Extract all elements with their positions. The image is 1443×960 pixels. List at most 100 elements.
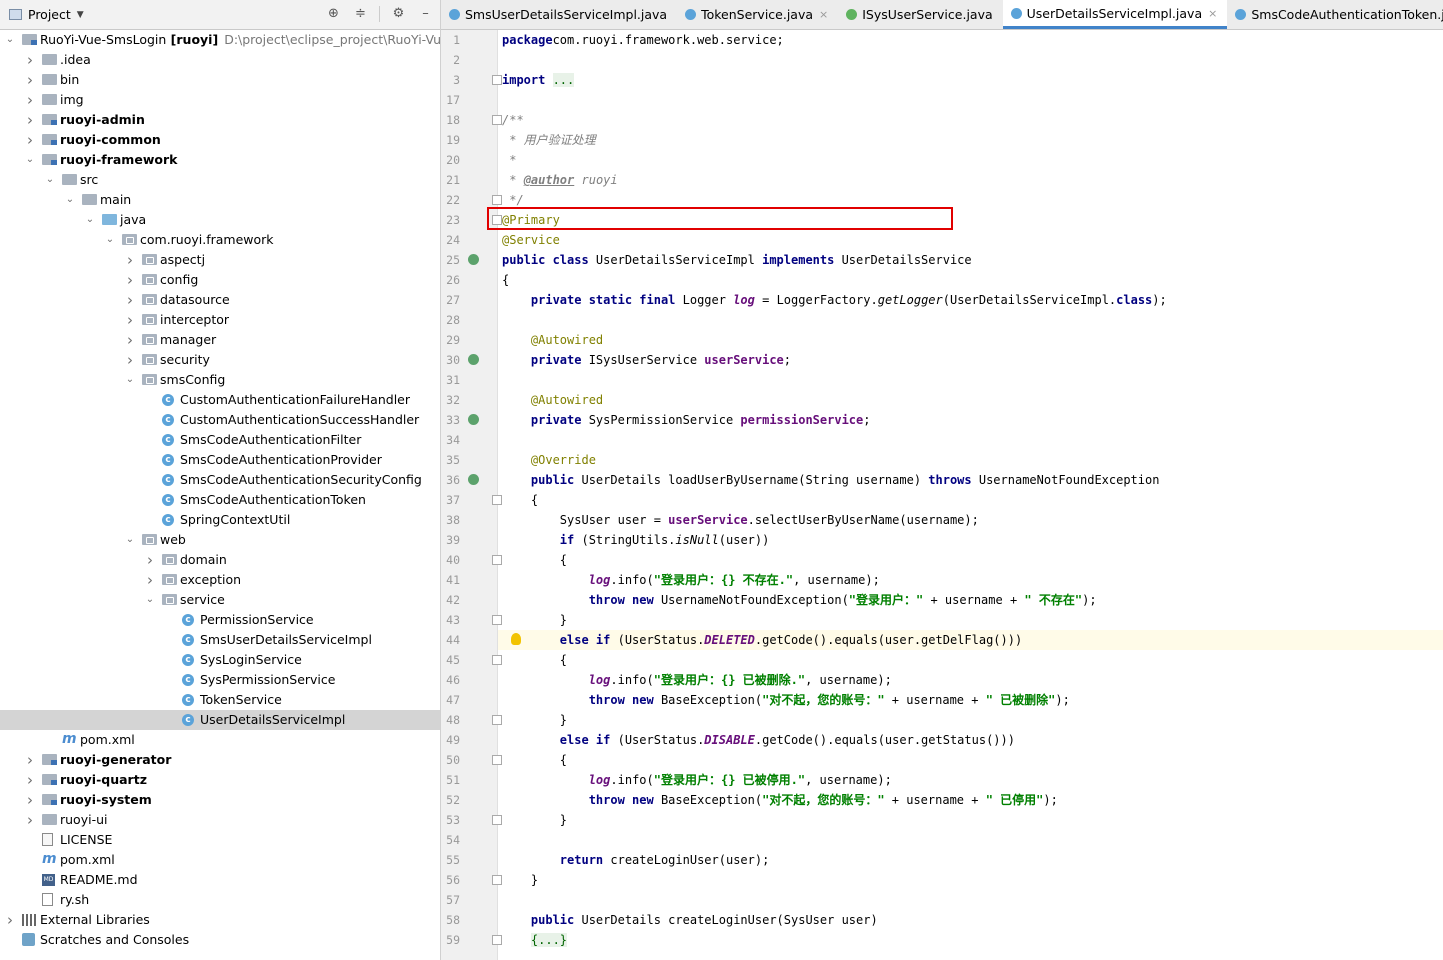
tree-item[interactable]: › ruoyi-admin — [0, 110, 440, 130]
chevron-down-icon[interactable]: ▼ — [77, 10, 84, 20]
chevron-right-icon[interactable]: › — [144, 550, 156, 570]
chevron-right-icon[interactable]: › — [144, 570, 156, 590]
class-icon: c — [162, 474, 174, 486]
tree-item[interactable]: c SmsCodeAuthenticationFilter — [0, 430, 440, 450]
collapse-all-icon[interactable]: ≑ — [352, 5, 369, 22]
chevron-right-icon[interactable]: › — [24, 790, 36, 810]
tree-item[interactable]: › ruoyi-common — [0, 130, 440, 150]
chevron-right-icon[interactable]: › — [24, 50, 36, 70]
code-line: } — [502, 610, 567, 630]
tree-item[interactable]: › manager — [0, 330, 440, 350]
editor-tab[interactable]: UserDetailsServiceImpl.java × — [1002, 0, 1228, 29]
chevron-down-icon[interactable]: ⌄ — [124, 370, 136, 390]
tree-item[interactable]: ⌄ main — [0, 190, 440, 210]
tree-item[interactable]: › exception — [0, 570, 440, 590]
close-icon[interactable]: × — [819, 8, 828, 21]
tree-item[interactable]: › ruoyi-system — [0, 790, 440, 810]
editor-tab[interactable]: SmsCodeAuthenticationToken.java — [1227, 0, 1443, 29]
tree-item[interactable]: › External Libraries — [0, 910, 440, 930]
package-icon — [162, 594, 177, 605]
tree-item[interactable]: › ruoyi-generator — [0, 750, 440, 770]
tree-item[interactable]: c SmsCodeAuthenticationSecurityConfig — [0, 470, 440, 490]
tree-item[interactable]: ⌄ com.ruoyi.framework — [0, 230, 440, 250]
tree-item[interactable]: c SpringContextUtil — [0, 510, 440, 530]
bean-gutter-icon[interactable] — [468, 414, 479, 425]
tree-item[interactable]: c SysLoginService — [0, 650, 440, 670]
tree-item[interactable]: c PermissionService — [0, 610, 440, 630]
tree-item[interactable]: ⌄ RuoYi-Vue-SmsLogin [ruoyi] D:\project\ec… — [0, 30, 440, 50]
tree-item[interactable]: ⌄ smsConfig — [0, 370, 440, 390]
tree-item[interactable]: m pom.xml — [0, 850, 440, 870]
chevron-right-icon[interactable]: › — [24, 810, 36, 830]
code-token: ; — [783, 353, 792, 367]
code-token: com.ruoyi.framework.web.service; — [552, 33, 784, 47]
tree-item[interactable]: ⌄ service — [0, 590, 440, 610]
tree-item[interactable]: ⌄ java — [0, 210, 440, 230]
chevron-down-icon[interactable]: ⌄ — [24, 150, 36, 170]
code-token: * 用户验证处理 — [502, 133, 596, 147]
chevron-down-icon[interactable]: ⌄ — [144, 590, 156, 610]
chevron-down-icon[interactable]: ⌄ — [104, 230, 116, 250]
chevron-right-icon[interactable]: › — [24, 110, 36, 130]
tree-item[interactable]: LICENSE — [0, 830, 440, 850]
hide-panel-icon[interactable]: – — [417, 5, 434, 22]
chevron-right-icon[interactable]: › — [124, 270, 136, 290]
chevron-right-icon[interactable]: › — [24, 90, 36, 110]
code-token: import — [502, 73, 553, 87]
chevron-right-icon[interactable]: › — [24, 70, 36, 90]
tree-item[interactable]: › datasource — [0, 290, 440, 310]
chevron-right-icon[interactable]: › — [24, 130, 36, 150]
chevron-down-icon[interactable]: ⌄ — [64, 190, 76, 210]
tree-item[interactable]: › config — [0, 270, 440, 290]
tree-item[interactable]: c SysPermissionService — [0, 670, 440, 690]
tree-item[interactable]: › aspectj — [0, 250, 440, 270]
locate-target-icon[interactable]: ⊕ — [325, 5, 342, 22]
tree-item[interactable]: c UserDetailsServiceImpl — [0, 710, 440, 730]
chevron-right-icon[interactable]: › — [124, 350, 136, 370]
chevron-right-icon[interactable]: › — [124, 250, 136, 270]
tree-item[interactable]: ⌄ src — [0, 170, 440, 190]
tree-item[interactable]: › ruoyi-quartz — [0, 770, 440, 790]
tree-item[interactable]: › domain — [0, 550, 440, 570]
tree-item[interactable]: › interceptor — [0, 310, 440, 330]
tree-item[interactable]: c CustomAuthenticationSuccessHandler — [0, 410, 440, 430]
chevron-right-icon[interactable]: › — [24, 770, 36, 790]
tree-item[interactable]: › .idea — [0, 50, 440, 70]
tree-item[interactable]: › img — [0, 90, 440, 110]
tree-item[interactable]: ⌄ ruoyi-framework — [0, 150, 440, 170]
tree-item[interactable]: MD README.md — [0, 870, 440, 890]
tree-item[interactable]: ⌄ web — [0, 530, 440, 550]
chevron-down-icon[interactable]: ⌄ — [4, 30, 16, 50]
chevron-right-icon[interactable]: › — [124, 290, 136, 310]
chevron-right-icon[interactable]: › — [24, 750, 36, 770]
chevron-down-icon[interactable]: ⌄ — [124, 530, 136, 550]
tree-item[interactable]: › ruoyi-ui — [0, 810, 440, 830]
bean-gutter-icon[interactable] — [468, 254, 479, 265]
close-icon[interactable]: × — [1208, 7, 1217, 20]
code-line: log.info("登录用户：{} 不存在.", username); — [502, 570, 880, 590]
tree-item[interactable]: › bin — [0, 70, 440, 90]
tree-item[interactable]: ry.sh — [0, 890, 440, 910]
tree-item[interactable]: Scratches and Consoles — [0, 930, 440, 950]
chevron-down-icon[interactable]: ⌄ — [44, 170, 56, 190]
bean-gutter-icon[interactable] — [468, 354, 479, 365]
tree-item[interactable]: c CustomAuthenticationFailureHandler — [0, 390, 440, 410]
lightbulb-icon[interactable] — [511, 633, 521, 645]
tree-item[interactable]: c SmsCodeAuthenticationProvider — [0, 450, 440, 470]
chevron-right-icon[interactable]: › — [4, 910, 16, 930]
tree-item[interactable]: › security — [0, 350, 440, 370]
editor-tab[interactable]: TokenService.java × — [677, 0, 838, 29]
tree-item[interactable]: c SmsUserDetailsServiceImpl — [0, 630, 440, 650]
chevron-right-icon[interactable]: › — [124, 310, 136, 330]
tree-item[interactable]: c SmsCodeAuthenticationToken — [0, 490, 440, 510]
tree-item[interactable]: m pom.xml — [0, 730, 440, 750]
bean-gutter-icon[interactable] — [468, 474, 479, 485]
editor-tab[interactable]: SmsUserDetailsServiceImpl.java — [441, 0, 677, 29]
chevron-right-icon[interactable]: › — [124, 330, 136, 350]
gear-icon[interactable]: ⚙ — [390, 5, 407, 22]
editor-tab[interactable]: ISysUserService.java — [838, 0, 1002, 29]
project-panel-title[interactable]: Project — [28, 7, 71, 22]
code-editor[interactable]: packagecom.ruoyi.framework.web.service; i… — [498, 30, 1443, 960]
chevron-down-icon[interactable]: ⌄ — [84, 210, 96, 230]
tree-item[interactable]: c TokenService — [0, 690, 440, 710]
